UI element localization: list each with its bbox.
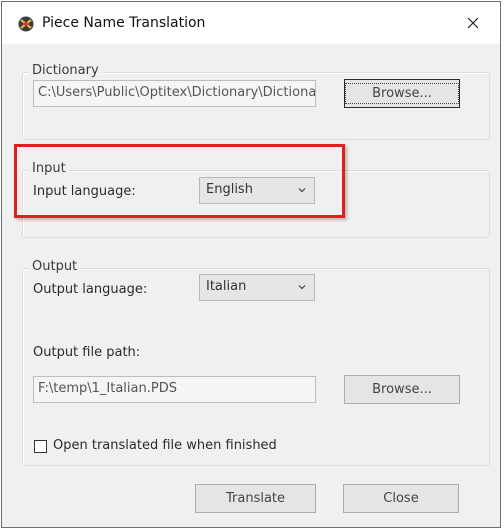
dictionary-path-field[interactable]: C:\Users\Public\Optitex\Dictionary\Dicti… — [33, 80, 316, 107]
output-language-select[interactable]: Italian — [199, 274, 315, 301]
output-file-path-label: Output file path: — [33, 345, 141, 360]
title-bar: Piece Name Translation — [2, 2, 500, 44]
close-label: Close — [383, 491, 419, 506]
translate-label: Translate — [225, 491, 286, 506]
close-button[interactable]: Close — [343, 484, 459, 513]
dictionary-browse-label: Browse... — [345, 83, 459, 104]
dictionary-group: Dictionary C:\Users\Public\Optitex\Dicti… — [22, 63, 490, 140]
window-title: Piece Name Translation — [42, 15, 206, 31]
output-browse-button[interactable]: Browse... — [344, 375, 460, 404]
chevron-down-icon — [298, 285, 306, 290]
dialog-window: Piece Name Translation Dictionary C:\Use… — [1, 1, 501, 528]
close-icon — [467, 17, 479, 29]
output-browse-label: Browse... — [372, 382, 432, 397]
highlight-annotation — [14, 144, 345, 218]
output-language-label: Output language: — [33, 282, 148, 297]
translate-button[interactable]: Translate — [195, 484, 316, 513]
dictionary-browse-button[interactable]: Browse... — [344, 79, 460, 108]
output-group: Output Output language: Italian Output f… — [22, 259, 490, 466]
dictionary-group-label: Dictionary — [29, 63, 102, 78]
output-language-value: Italian — [206, 279, 247, 294]
open-translated-file-label[interactable]: Open translated file when finished — [53, 438, 277, 453]
open-translated-file-checkbox[interactable] — [34, 440, 47, 453]
output-file-path-field[interactable]: F:\temp\1_Italian.PDS — [33, 376, 316, 403]
close-window-button[interactable] — [460, 10, 486, 36]
output-group-label: Output — [29, 259, 81, 274]
app-logo-icon — [18, 16, 34, 32]
